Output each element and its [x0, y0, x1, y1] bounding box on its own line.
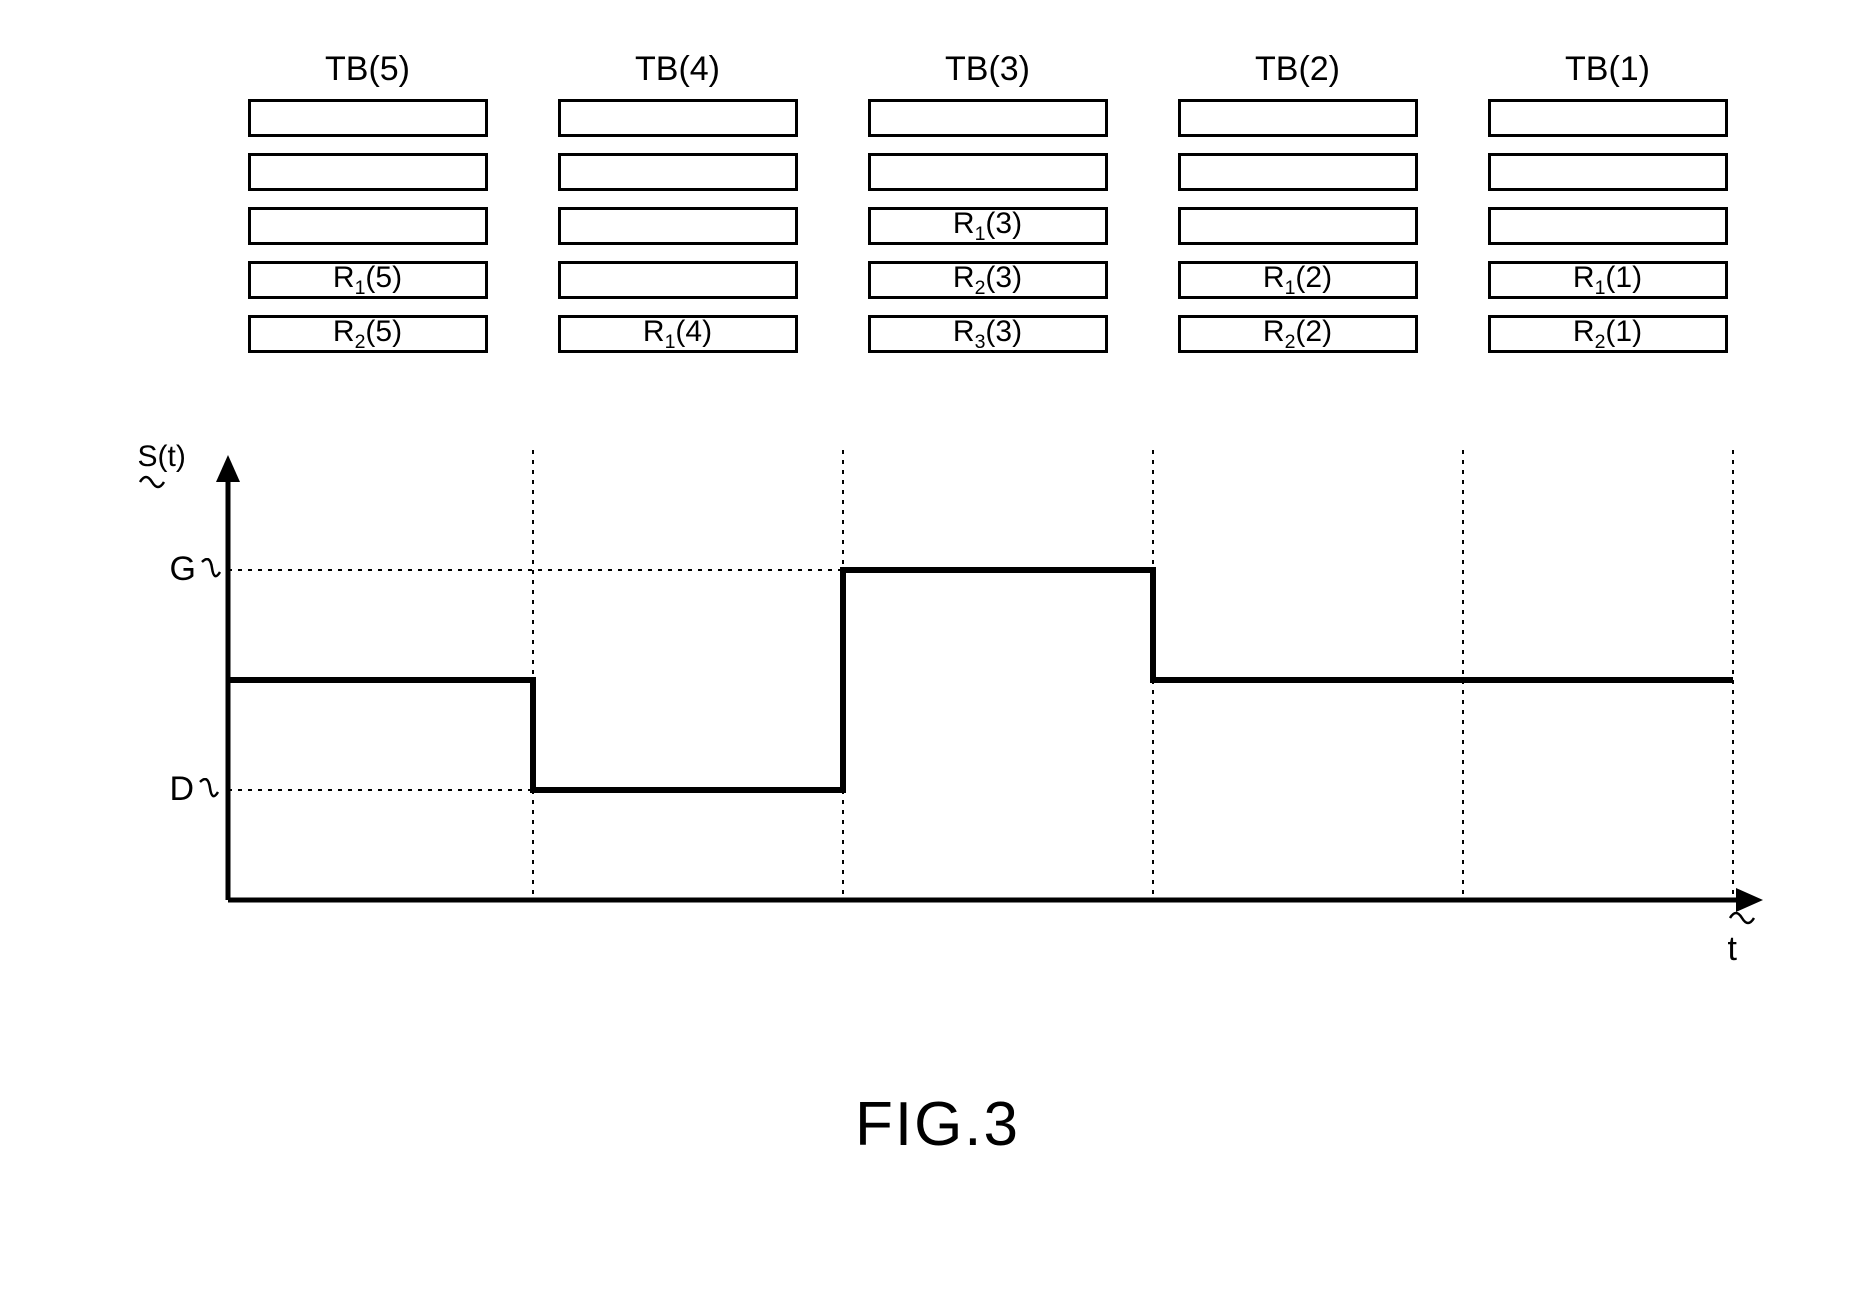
buffer-slot	[1488, 99, 1728, 137]
buffer-column: TB(2) R1(2) R2(2)	[1168, 50, 1428, 369]
buffer-columns: TB(5) R1(5) R2(5) TB(4) R1(4) TB(3) R1(3) R2(3)…	[238, 50, 1738, 369]
buffer-slot: R1(1)	[1488, 261, 1728, 299]
column-header: TB(1)	[1565, 50, 1650, 89]
buffer-slot	[558, 261, 798, 299]
buffer-slot-label: R3(3)	[953, 315, 1022, 354]
y-tick-G: G	[170, 550, 222, 589]
buffer-slot: R3(3)	[868, 315, 1108, 353]
buffer-column: TB(1) R1(1) R2(1)	[1478, 50, 1738, 369]
buffer-slot: R1(3)	[868, 207, 1108, 245]
buffer-slot-label: R2(5)	[333, 315, 402, 354]
buffer-slot: R2(5)	[248, 315, 488, 353]
buffer-slot	[1488, 153, 1728, 191]
buffer-slot	[1488, 207, 1728, 245]
buffer-slot-label: R1(3)	[953, 207, 1022, 246]
buffer-slot	[1178, 153, 1418, 191]
column-header: TB(3)	[945, 50, 1030, 89]
buffer-slot	[1178, 207, 1418, 245]
y-tick-D: D	[170, 770, 221, 809]
buffer-slot	[248, 153, 488, 191]
buffer-column: TB(5) R1(5) R2(5)	[238, 50, 498, 369]
buffer-slot	[558, 99, 798, 137]
buffer-slot-label: R1(5)	[333, 261, 402, 300]
column-header: TB(5)	[325, 50, 410, 89]
buffer-slot	[868, 153, 1108, 191]
buffer-column: TB(4) R1(4)	[548, 50, 808, 369]
buffer-slot: R2(1)	[1488, 315, 1728, 353]
buffer-slot	[868, 99, 1108, 137]
buffer-slot	[558, 207, 798, 245]
buffer-slot	[248, 99, 488, 137]
buffer-slot: R2(2)	[1178, 315, 1418, 353]
buffer-slot	[1178, 99, 1418, 137]
buffer-slot: R1(2)	[1178, 261, 1418, 299]
y-axis-label: S(t)	[138, 440, 186, 494]
buffer-slot-label: R1(4)	[643, 315, 712, 354]
x-axis-label: t	[1728, 910, 1756, 969]
buffer-slot-label: R2(1)	[1573, 315, 1642, 354]
chart-area: S(t) G D t	[188, 450, 1768, 950]
figure-caption: FIG.3	[855, 1089, 1020, 1160]
buffer-slot: R2(3)	[868, 261, 1108, 299]
buffer-slot: R1(5)	[248, 261, 488, 299]
buffer-slot	[248, 207, 488, 245]
buffer-slot: R1(4)	[558, 315, 798, 353]
buffer-slot-label: R2(3)	[953, 261, 1022, 300]
column-header: TB(4)	[635, 50, 720, 89]
buffer-column: TB(3) R1(3) R2(3) R3(3)	[858, 50, 1118, 369]
buffer-slot-label: R1(1)	[1573, 261, 1642, 300]
column-header: TB(2)	[1255, 50, 1340, 89]
buffer-slot	[558, 153, 798, 191]
buffer-slot-label: R1(2)	[1263, 261, 1332, 300]
figure-diagram: TB(5) R1(5) R2(5) TB(4) R1(4) TB(3) R1(3) R2(3)…	[88, 40, 1788, 1140]
buffer-slot-label: R2(2)	[1263, 315, 1332, 354]
step-chart-svg	[188, 450, 1768, 970]
